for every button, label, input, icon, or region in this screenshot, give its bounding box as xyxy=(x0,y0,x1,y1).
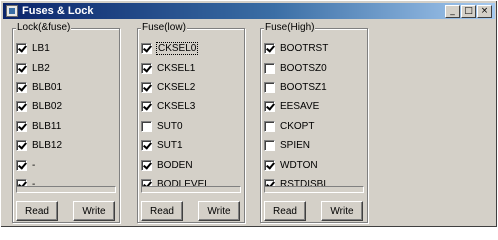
lock-checkbox[interactable] xyxy=(16,81,27,93)
minimize-button[interactable]: _ xyxy=(445,4,460,18)
window-title: Fuses & Lock xyxy=(22,5,94,17)
group-fuse-low-title: Fuse(low) xyxy=(141,22,187,33)
group-fuse-low-progress-bar xyxy=(141,186,241,193)
lock-fuse-row[interactable]: BLB11 xyxy=(16,117,62,136)
caption-buttons: _ □ × xyxy=(444,4,492,18)
group-lock: Lock(&fuse) LB1 LB2 BLB01 BLB02 BLB11 BLB12- -… xyxy=(12,22,120,223)
fuse-high-fuse-row[interactable]: WDTON xyxy=(264,155,329,174)
lock-checkbox[interactable] xyxy=(16,120,27,132)
lock-checkbox-label: LB1 xyxy=(32,43,50,55)
lock-fuse-row[interactable]: BLB12 xyxy=(16,136,62,155)
lock-checkbox-label: LB2 xyxy=(32,62,50,74)
group-fuse-high-list: BOOTRST BOOTSZ0 BOOTSZ1 EESAVE CKOPT SPIEN WDT… xyxy=(264,39,329,194)
fuse-low-checkbox[interactable] xyxy=(141,62,152,74)
lock-fuse-row[interactable]: - xyxy=(16,155,62,174)
lock-fuse-row[interactable]: LB2 xyxy=(16,58,62,77)
lock-write-button[interactable]: Write xyxy=(73,201,115,221)
fuse-high-fuse-row[interactable]: BOOTRST xyxy=(264,39,329,58)
fuse-high-fuse-row[interactable]: SPIEN xyxy=(264,136,329,155)
fuse-low-checkbox[interactable] xyxy=(141,101,152,113)
fuse-high-checkbox-label: EESAVE xyxy=(280,101,320,113)
fuse-high-checkbox-label: WDTON xyxy=(280,159,318,171)
fuse-high-checkbox[interactable] xyxy=(264,159,275,171)
group-lock-progress-bar xyxy=(16,186,116,193)
fuse-low-fuse-row[interactable]: CKSEL2 xyxy=(141,78,210,97)
fuse-low-checkbox[interactable] xyxy=(141,159,152,171)
group-fuse-low-list: CKSEL0 CKSEL1 CKSEL2 CKSEL3 SUT0 SUT1 BODEN BOD… xyxy=(141,39,210,194)
fuse-low-checkbox-label: CKSEL3 xyxy=(157,101,196,113)
lock-checkbox[interactable] xyxy=(16,43,27,55)
lock-fuse-row[interactable]: LB1 xyxy=(16,39,62,58)
fuse-low-fuse-row[interactable]: BODEN xyxy=(141,155,210,174)
fuse-low-checkbox[interactable] xyxy=(141,120,152,132)
group-lock-title: Lock(&fuse) xyxy=(16,22,72,33)
lock-checkbox[interactable] xyxy=(16,159,27,171)
fuse-low-checkbox[interactable] xyxy=(141,43,152,55)
fuse-low-checkbox[interactable] xyxy=(141,140,152,152)
fuse-high-checkbox-label: BOOTSZ0 xyxy=(280,62,327,74)
fuse-high-checkbox[interactable] xyxy=(264,81,275,93)
app-icon xyxy=(6,5,18,17)
lock-checkbox[interactable] xyxy=(16,101,27,113)
fuse-low-checkbox[interactable] xyxy=(141,81,152,93)
fuse-high-checkbox-label: CKOPT xyxy=(280,120,315,132)
lock-read-button[interactable]: Read xyxy=(16,201,58,221)
fuse-low-checkbox-label: CKSEL2 xyxy=(157,81,196,93)
lock-checkbox[interactable] xyxy=(16,62,27,74)
fuse-low-checkbox-label: CKSEL1 xyxy=(157,62,196,74)
fuse-high-checkbox[interactable] xyxy=(264,62,275,74)
lock-checkbox-label: - xyxy=(32,159,36,171)
fuse-low-checkbox-label: BODEN xyxy=(157,159,193,171)
fuse-high-fuse-row[interactable]: BOOTSZ0 xyxy=(264,58,329,77)
fuse-high-fuse-row[interactable]: BOOTSZ1 xyxy=(264,78,329,97)
group-fuse-high: Fuse(High) BOOTRST BOOTSZ0 BOOTSZ1 EESAVE CK… xyxy=(260,22,368,223)
fuse-high-read-button[interactable]: Read xyxy=(264,201,306,221)
lock-fuse-row[interactable]: BLB02 xyxy=(16,97,62,116)
fuse-high-checkbox-label: BOOTRST xyxy=(280,43,329,55)
fuse-low-fuse-row[interactable]: CKSEL1 xyxy=(141,58,210,77)
fuses-lock-window: Fuses & Lock _ □ × Lock(&fuse) LB1 LB2 BLB… xyxy=(0,0,498,228)
fuse-high-write-button[interactable]: Write xyxy=(321,201,363,221)
fuse-low-read-button[interactable]: Read xyxy=(141,201,183,221)
group-fuse-low: Fuse(low) CKSEL0 CKSEL1 CKSEL2 CKSEL3 SUT0 SU… xyxy=(137,22,245,223)
fuse-low-checkbox-label: SUT1 xyxy=(157,140,183,152)
lock-fuse-row[interactable]: BLB01 xyxy=(16,78,62,97)
fuse-low-checkbox-label: SUT0 xyxy=(157,120,183,132)
lock-checkbox-label: BLB01 xyxy=(32,81,63,93)
fuse-high-checkbox[interactable] xyxy=(264,43,275,55)
lock-checkbox-label: BLB02 xyxy=(32,101,63,113)
fuse-low-fuse-row[interactable]: SUT1 xyxy=(141,136,210,155)
fuse-high-checkbox-label: SPIEN xyxy=(280,140,311,152)
fuse-high-fuse-row[interactable]: EESAVE xyxy=(264,97,329,116)
fuse-high-fuse-row[interactable]: CKOPT xyxy=(264,117,329,136)
fuse-low-write-button[interactable]: Write xyxy=(198,201,240,221)
group-lock-list: LB1 LB2 BLB01 BLB02 BLB11 BLB12- - xyxy=(16,39,62,194)
title-bar[interactable]: Fuses & Lock _ □ × xyxy=(3,3,495,19)
fuse-low-fuse-row[interactable]: CKSEL3 xyxy=(141,97,210,116)
fuse-low-fuse-row[interactable]: SUT0 xyxy=(141,117,210,136)
fuse-high-checkbox-label: BOOTSZ1 xyxy=(280,81,327,93)
fuse-high-checkbox[interactable] xyxy=(264,101,275,113)
lock-checkbox[interactable] xyxy=(16,140,27,152)
group-fuse-high-progress-bar xyxy=(264,186,364,193)
fuse-high-checkbox[interactable] xyxy=(264,140,275,152)
lock-checkbox-label: BLB11 xyxy=(32,120,62,132)
fuse-high-checkbox[interactable] xyxy=(264,120,275,132)
maximize-button[interactable]: □ xyxy=(461,4,476,18)
fuse-low-checkbox-label: CKSEL0 xyxy=(155,42,199,56)
fuse-low-fuse-row[interactable]: CKSEL0 xyxy=(141,39,210,58)
close-button[interactable]: × xyxy=(477,4,492,18)
group-fuse-high-title: Fuse(High) xyxy=(264,22,316,33)
lock-checkbox-label: BLB12 xyxy=(32,140,63,152)
